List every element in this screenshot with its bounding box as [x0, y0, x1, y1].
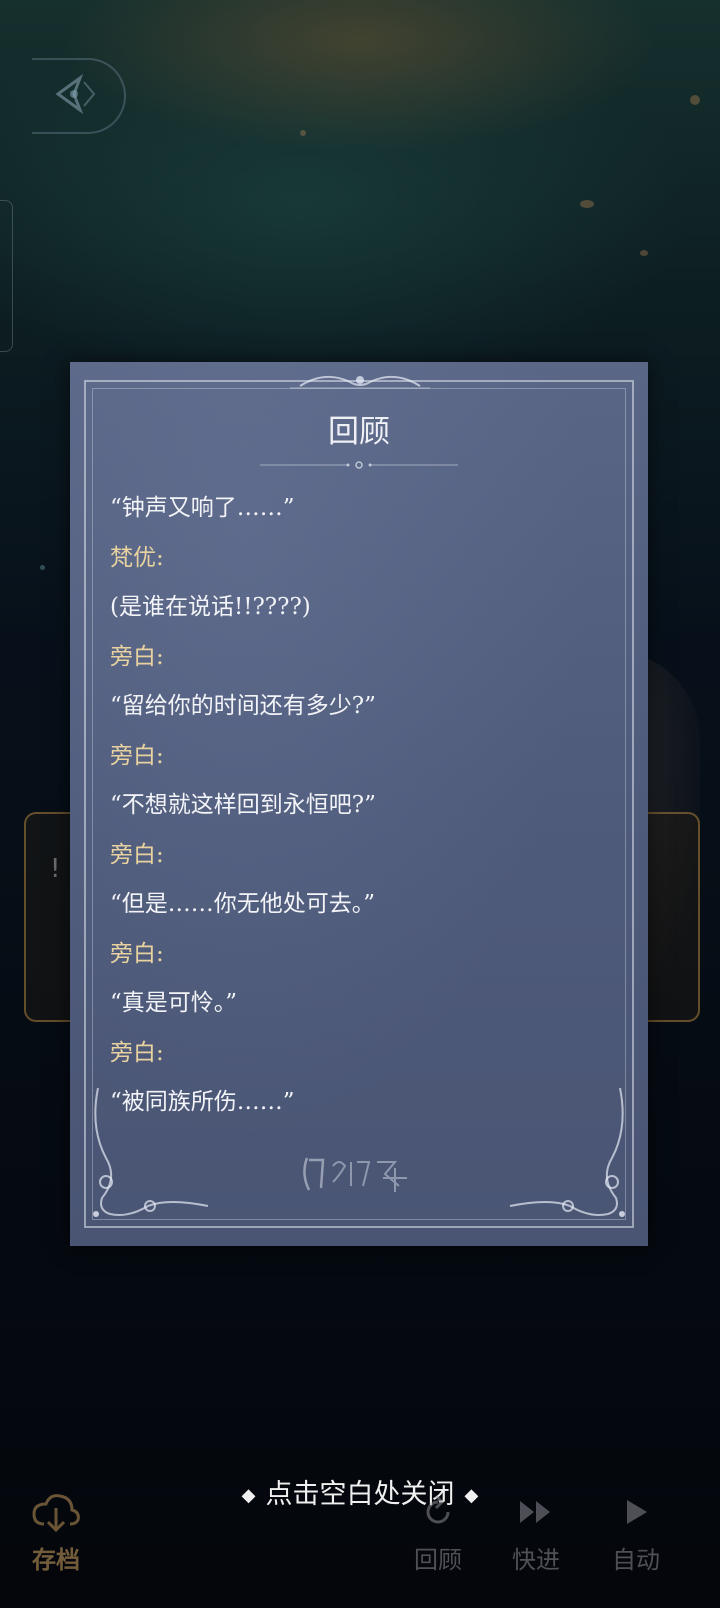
diamond-icon: ◆ — [464, 1485, 479, 1506]
review-dialogue-line: “留给你的时间还有多少?” — [110, 693, 376, 719]
review-icon — [418, 1490, 458, 1534]
review-dialogue-line: “不想就这样回到永恒吧?” — [110, 792, 376, 818]
save-button[interactable]: 存档 — [30, 1490, 82, 1575]
review-dialogue-line: “钟声又响了……” — [110, 495, 295, 521]
review-speaker-name: 旁白: — [110, 940, 164, 967]
back-arrow-icon — [50, 73, 106, 118]
background-speck — [300, 130, 306, 136]
review-speaker-name: 旁白: — [110, 841, 164, 868]
background-speck — [580, 200, 594, 208]
review-label: 回顾 — [414, 1546, 462, 1574]
review-dialogue-line: “真是可怜。” — [110, 990, 238, 1016]
review-button[interactable]: 回顾 — [414, 1490, 462, 1575]
review-panel[interactable]: 回顾 “钟声又响了……” 梵优: (是谁在说话!!????) 旁白: “留给你的时间还有… — [70, 362, 648, 1246]
fast-forward-icon — [516, 1490, 556, 1534]
top-ornament-icon — [290, 368, 430, 398]
corner-ornament-icon — [88, 1078, 218, 1232]
side-panel-edge — [0, 200, 13, 352]
review-speaker-name: 旁白: — [110, 643, 164, 670]
review-speaker-name: 梵优: — [110, 544, 164, 571]
cloud-save-icon — [30, 1490, 82, 1534]
review-dialogue-line: (是谁在说话!!????) — [110, 594, 311, 620]
fast-forward-button[interactable]: 快进 — [512, 1490, 560, 1575]
diamond-icon: ◆ — [241, 1485, 256, 1506]
background-speck — [690, 95, 700, 105]
play-icon — [621, 1490, 651, 1534]
fast-forward-label: 快进 — [512, 1546, 560, 1574]
back-button[interactable] — [32, 58, 126, 134]
review-speaker-name: 旁白: — [110, 742, 164, 769]
review-dialogue-line: “但是……你无他处可去。” — [110, 891, 376, 917]
corner-ornament-icon — [500, 1078, 630, 1232]
review-speaker-name: 旁白: — [110, 1039, 164, 1066]
game-screen[interactable]: ! 回顾 “钟声又响了……” 梵优: (是谁在说话!!????) 旁白: “留给你的时间… — [0, 0, 720, 1608]
review-log-list[interactable]: “钟声又响了……” 梵优: (是谁在说话!!????) 旁白: “留给你的时间还有多少?… — [110, 488, 610, 1132]
review-title: 回顾 — [328, 414, 390, 450]
background-speck — [640, 250, 648, 256]
dialogue-mark: ! — [50, 854, 61, 884]
auto-button[interactable]: 自动 — [612, 1490, 660, 1575]
auto-label: 自动 — [612, 1546, 660, 1574]
save-label: 存档 — [32, 1546, 80, 1574]
title-divider-icon — [260, 456, 458, 469]
background-speck — [40, 565, 45, 570]
